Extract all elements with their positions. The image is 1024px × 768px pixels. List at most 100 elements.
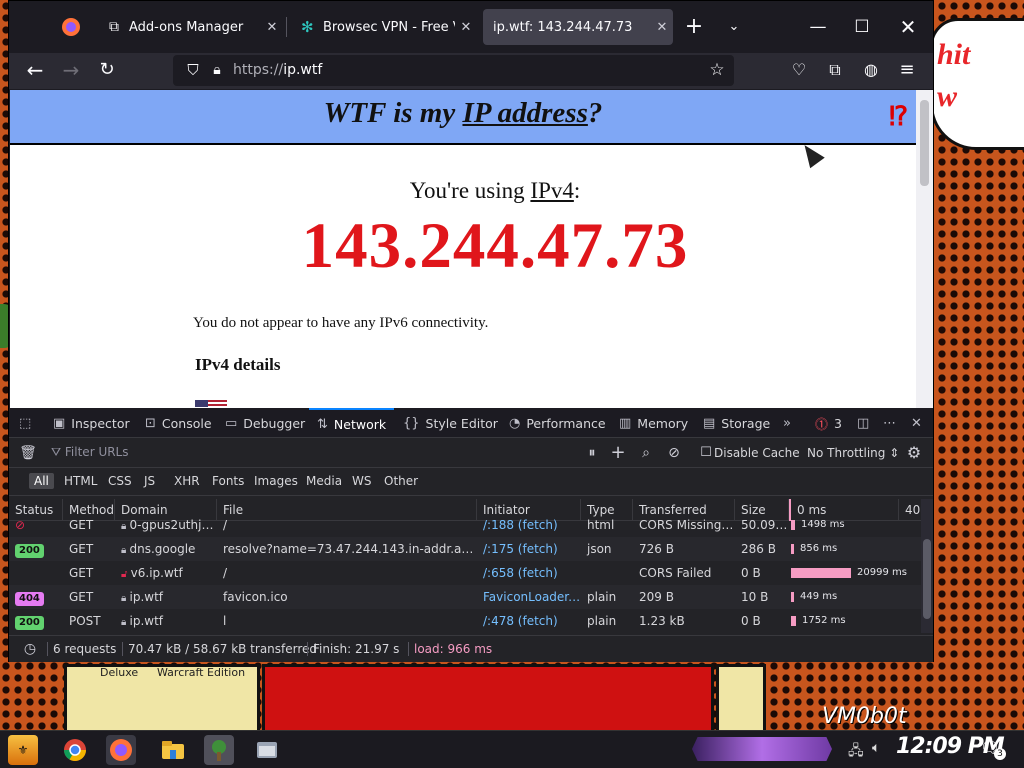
tab-browsec-vpn[interactable]: ✻ Browsec VPN - Free VPN ✕ [291, 9, 477, 45]
filter-xhr[interactable]: XHR [169, 473, 205, 489]
tab-style-editor[interactable]: {} Style Editor [403, 408, 498, 438]
domain-text: 0-gpus2uthj8... [129, 518, 218, 532]
tab-memory[interactable]: ▥ Memory [619, 408, 688, 438]
insecure-lock-icon: 🔓︎ [121, 569, 131, 580]
list-tabs-chevron-icon[interactable]: ⌄ [717, 10, 751, 44]
filter-images[interactable]: Images [249, 473, 303, 489]
new-tab-button[interactable]: + [677, 10, 711, 44]
tab-inspector[interactable]: ▣ Inspector [53, 408, 130, 438]
status-badge: 200 [15, 616, 44, 630]
pause-icon[interactable]: ⏸ [581, 442, 603, 464]
file-cell: favicon.ico [223, 590, 288, 604]
timing-label: 1498 ms [801, 519, 845, 530]
trash-icon[interactable]: 🗑︎ [17, 442, 39, 464]
dock-side-icon[interactable]: ◫ [857, 408, 869, 438]
filter-html[interactable]: HTML [59, 473, 102, 489]
table-row[interactable]: GET 🔓︎ v6.ip.wtf / /:658 (fetch) CORS Failed… [9, 561, 921, 585]
add-icon[interactable]: + [607, 442, 629, 464]
devtools-menu-icon[interactable]: ⋯ [883, 408, 896, 438]
status-badge: 404 [15, 592, 44, 606]
maximize-button[interactable]: ☐ [845, 10, 879, 44]
tab-console[interactable]: ⊡ Console [145, 408, 212, 438]
tab-debugger[interactable]: ▭ Debugger [225, 408, 305, 438]
table-row[interactable]: 200 POST 🔒︎ ip.wtf l /:478 (fetch) plain 1.23 … [9, 609, 921, 633]
filter-media[interactable]: Media [301, 473, 347, 489]
filter-urls-input[interactable]: ⛛ Filter URLs [51, 445, 571, 460]
volume-icon[interactable]: 🔈︎ [872, 740, 880, 756]
tab-ip-wtf[interactable]: ip.wtf: 143.244.47.73 ✕ [483, 9, 673, 45]
table-row[interactable]: 200 GET 🔒︎ dns.google resolve?name=73.47.24… [9, 537, 921, 561]
close-icon[interactable]: ✕ [651, 20, 673, 35]
extensions-puzzle-icon[interactable]: ⧉ [821, 56, 849, 84]
filter-all[interactable]: All [29, 473, 54, 489]
bookmark-star-icon[interactable]: ☆ [703, 56, 731, 84]
taskbar: ⚜ 🖧︎ 🔈︎ 12:09 PM 🗨︎ 3 [0, 730, 1024, 768]
lock-icon: 🔒︎ [121, 593, 130, 604]
start-button[interactable]: ⚜ [8, 735, 38, 765]
filter-ws[interactable]: WS [347, 473, 376, 489]
tab-storage[interactable]: ▤ Storage [703, 408, 770, 438]
filter-other[interactable]: Other [379, 473, 423, 489]
tab-network[interactable]: ⇅ Network [309, 408, 395, 438]
status-separator [122, 642, 123, 656]
performance-icon: ◔ [509, 415, 521, 431]
status-separator [408, 642, 409, 656]
back-arrow-icon[interactable]: ← [21, 56, 49, 84]
tab-performance[interactable]: ◔ Performance [509, 408, 606, 438]
more-tools-icon[interactable]: » [783, 408, 791, 438]
throttling-select[interactable]: No Throttling ⇕ [807, 446, 899, 460]
close-devtools-icon[interactable]: ✕ [911, 408, 922, 438]
status-cell: 200 [9, 609, 63, 633]
folder-icon[interactable] [158, 735, 188, 765]
tab-addons-manager[interactable]: ⧉ Add-ons Manager ✕ [99, 9, 283, 45]
close-window-button[interactable]: ✕ [891, 10, 925, 44]
scrollbar-thumb[interactable] [920, 100, 929, 186]
filter-fonts[interactable]: Fonts [207, 473, 249, 489]
tray-decoration [692, 737, 832, 761]
domain-text: dns.google [129, 542, 196, 556]
ipv4-link[interactable]: IPv4 [530, 178, 573, 203]
network-tray-icon[interactable]: 🖧︎ [848, 740, 864, 764]
error-counter[interactable]: ⓵3 [815, 408, 842, 438]
block-icon[interactable]: ⊘ [663, 442, 685, 464]
reload-icon[interactable]: ↻ [93, 56, 121, 84]
element-picker-icon[interactable]: ⬚ [19, 408, 31, 438]
network-scrollbar[interactable] [921, 499, 933, 633]
url-text[interactable]: https://ip.wtf [233, 62, 322, 78]
request-count: 6 requests [53, 642, 117, 656]
gear-icon[interactable]: ⚙ [903, 442, 925, 464]
tab-label: Add-ons Manager [129, 19, 244, 35]
type-cell [581, 561, 633, 585]
finish-time: Finish: 21.97 s [313, 642, 400, 656]
page-scrollbar[interactable] [916, 90, 933, 408]
chrome-icon[interactable] [60, 735, 90, 765]
domain-text: ip.wtf [129, 614, 164, 628]
table-row[interactable]: ⊘ GET 🔒︎ 0-gpus2uthj8... / /:188 (fetch) html… [9, 513, 921, 537]
pocket-icon[interactable]: ♡ [785, 56, 813, 84]
notification-icon[interactable]: 🗨︎ 3 [980, 738, 1006, 760]
globe-icon[interactable]: ◍ [857, 56, 885, 84]
table-row[interactable]: 404 GET 🔒︎ ip.wtf favicon.ico FaviconLoader.… [9, 585, 921, 609]
lock-icon: 🔒︎ [121, 521, 130, 532]
timing-label: 449 ms [800, 591, 838, 602]
forward-arrow-icon[interactable]: → [57, 56, 85, 84]
menu-hamburger-icon[interactable]: ≡ [893, 56, 921, 84]
app-plant-icon[interactable] [204, 735, 234, 765]
close-icon[interactable]: ✕ [455, 20, 477, 35]
status-cell [9, 561, 63, 585]
lock-icon[interactable]: 🔒︎ [203, 56, 231, 84]
filter-css[interactable]: CSS [103, 473, 137, 489]
app-window-icon[interactable] [252, 735, 282, 765]
close-icon[interactable]: ✕ [261, 20, 283, 35]
search-icon[interactable]: ⌕ [635, 442, 657, 464]
type-cell: json [587, 542, 612, 556]
firefox-view-icon[interactable] [59, 15, 83, 39]
status-separator [307, 642, 308, 656]
firefox-taskbar-icon[interactable] [106, 735, 136, 765]
browser-window: ⧉ Add-ons Manager ✕ ✻ Browsec VPN - Free… [8, 0, 934, 662]
ip-address-link[interactable]: IP address [462, 97, 587, 129]
url-bar[interactable]: ⛉ 🔒︎ https://ip.wtf ☆ [173, 55, 734, 86]
filter-js[interactable]: JS [139, 473, 160, 489]
scrollbar-thumb[interactable] [923, 539, 931, 619]
minimize-button[interactable]: — [801, 10, 835, 44]
